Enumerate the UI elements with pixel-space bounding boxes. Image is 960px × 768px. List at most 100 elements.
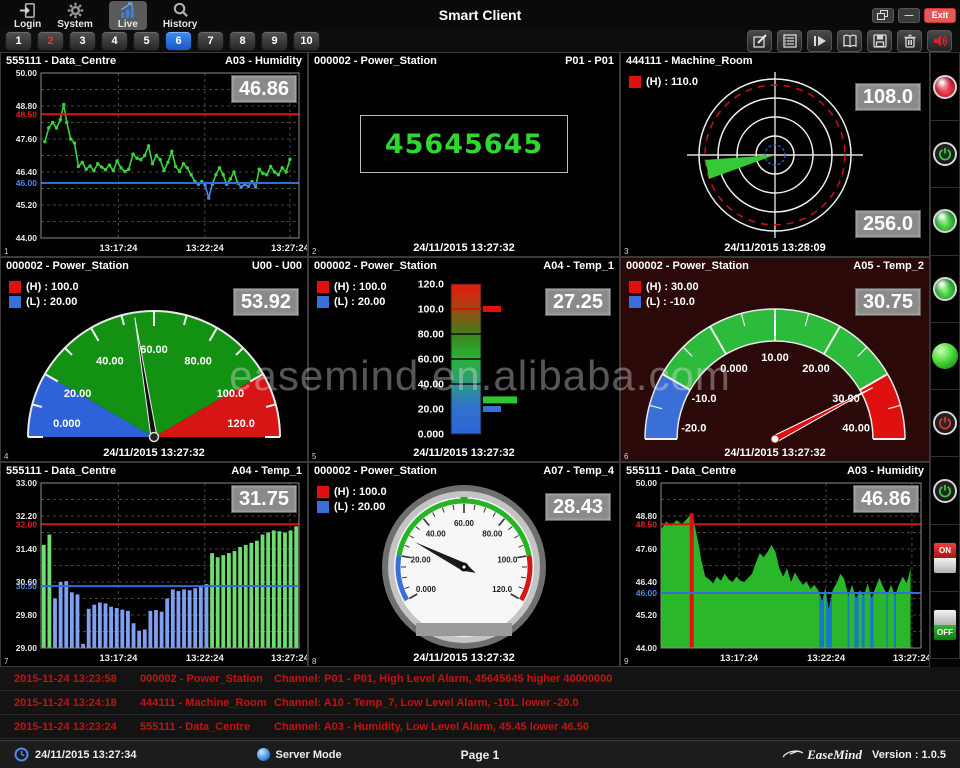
sidebar-cell: OFF [930, 592, 960, 659]
on-switch[interactable]: ON [933, 542, 957, 574]
gauge-label: 100.0 [497, 555, 518, 564]
panel-header: 000002 - Power_StationA04 - Temp_1 [309, 258, 619, 274]
nav-button-live[interactable]: Live [109, 1, 147, 30]
channel-label: A04 - Temp_1 [231, 464, 302, 479]
easemind-logo: EaseMind [782, 747, 862, 763]
legend-swatch [317, 281, 329, 293]
gauge-label: 40.00 [426, 529, 447, 538]
minimize-button[interactable]: — [898, 8, 920, 23]
off-switch[interactable]: OFF [933, 609, 957, 641]
nav-button-history[interactable]: History [163, 2, 197, 30]
status-indicator-button-2[interactable] [933, 277, 957, 301]
page-tab-3[interactable]: 3 [69, 31, 96, 51]
alarm-row[interactable]: 2015-11-24 13:24:18444111 - Machine_Room… [0, 691, 960, 715]
page-tab-8[interactable]: 8 [229, 31, 256, 51]
legend-item: (L) : -10.0 [629, 296, 699, 308]
x-axis-label: 13:27:24 [271, 243, 307, 254]
nav-label: Login [14, 19, 41, 30]
scale-label: 120.0 [418, 279, 444, 291]
restore-icon [877, 10, 889, 20]
page-tab-6[interactable]: 6 [165, 31, 192, 51]
alarm-time: 2015-11-24 13:23:58 [0, 673, 140, 685]
alarm-indicator-button[interactable] [933, 75, 957, 99]
value-display: 30.75 [855, 288, 921, 316]
device-label: 000002 - Power_Station [314, 54, 437, 69]
live-icon [119, 2, 137, 19]
page-tab-10[interactable]: 10 [293, 31, 320, 51]
y-axis-label: 31.40 [16, 544, 38, 554]
nav-button-system[interactable]: System [57, 2, 93, 30]
status-indicator-button-1[interactable] [933, 209, 957, 233]
power-icon [938, 484, 952, 498]
speaker-tool-button[interactable] [927, 30, 952, 52]
legend-item: (L) : 20.00 [9, 296, 79, 308]
page-tab-4[interactable]: 4 [101, 31, 128, 51]
panel-timestamp: 24/11/2015 13:27:32 [309, 652, 619, 664]
gauge-label: 0.000 [416, 585, 437, 594]
server-mode-label: Server Mode [276, 749, 342, 761]
edit-tool-button[interactable] [747, 30, 772, 52]
panel-number: 6 [624, 452, 628, 461]
clock-status: 24/11/2015 13:27:34 [14, 747, 137, 762]
channel-label: A03 - Humidity [225, 54, 302, 69]
panel-9: 555111 - Data_CentreA03 - Humidity50.00 4… [620, 462, 930, 667]
alarm-row[interactable]: 2015-11-24 13:23:24555111 - Data_CentreC… [0, 715, 960, 739]
exit-button[interactable]: Exit [924, 8, 956, 23]
version-label: Version : 1.0.5 [872, 749, 946, 761]
panel-timestamp: 24/11/2015 13:27:32 [309, 447, 619, 459]
device-label: 555111 - Data_Centre [6, 464, 116, 479]
value-display: 31.75 [231, 485, 297, 513]
power-button-red[interactable] [933, 411, 957, 435]
book-tool-button[interactable] [837, 30, 862, 52]
page-tab-2[interactable]: 2 [37, 31, 64, 51]
power-icon [938, 416, 952, 430]
alarm-device: 000002 - Power_Station [140, 673, 274, 685]
legend-item: (H) : 100.0 [317, 486, 387, 498]
green-lamp-button[interactable] [932, 343, 958, 369]
y-axis-label: 46.40 [636, 577, 658, 587]
gauge-label: 80.00 [184, 356, 212, 368]
x-axis-label: 13:22:24 [186, 243, 225, 254]
panel-timestamp: 24/11/2015 13:27:32 [1, 447, 307, 459]
list-tool-button[interactable] [777, 30, 802, 52]
legend-swatch [629, 296, 641, 308]
panel-header: 555111 - Data_CentreA03 - Humidity [1, 53, 307, 69]
gauge-label: 20.00 [802, 363, 830, 375]
export-tool-button[interactable] [807, 30, 832, 52]
page-tab-5[interactable]: 5 [133, 31, 160, 51]
save-tool-button[interactable] [867, 30, 892, 52]
page-tab-1[interactable]: 1 [5, 31, 32, 51]
restore-button[interactable] [872, 8, 894, 23]
panel-4: 000002 - Power_StationU00 - U000.00020.0… [0, 257, 308, 462]
x-axis-label: 13:17:24 [99, 243, 138, 254]
panel-number: 8 [312, 657, 316, 666]
radar-needle [705, 155, 775, 179]
legend-label: (H) : 110.0 [646, 76, 698, 88]
device-label: 000002 - Power_Station [314, 464, 437, 479]
panel-header: 555111 - Data_CentreA03 - Humidity [621, 463, 929, 479]
page-tab-9[interactable]: 9 [261, 31, 288, 51]
alarm-message: Channel: A10 - Temp_7, Low Level Alarm, … [274, 697, 960, 709]
gauge-label: 40.00 [96, 356, 124, 368]
panel-number: 4 [4, 452, 8, 461]
panel-number: 7 [4, 657, 8, 666]
page-tab-7[interactable]: 7 [197, 31, 224, 51]
y-axis-label: 50.00 [636, 479, 658, 488]
alarm-row[interactable]: 2015-11-24 13:23:58000002 - Power_Statio… [0, 667, 960, 691]
panel-header: 000002 - Power_StationA05 - Temp_2 [621, 258, 929, 274]
alarm-list: 2015-11-24 13:23:58000002 - Power_Statio… [0, 667, 960, 740]
panel-header: 000002 - Power_StationP01 - P01 [309, 53, 619, 69]
gauge-label: 120.0 [227, 418, 255, 430]
control-sidebar: ON OFF [930, 52, 960, 667]
system-icon [67, 2, 84, 19]
gauge-label: 120.0 [492, 585, 513, 594]
nav-button-login[interactable]: Login [14, 2, 41, 30]
y-axis-label: 44.00 [16, 233, 38, 243]
clock-icon [14, 747, 29, 762]
gauge-label: 80.00 [482, 529, 503, 538]
y-axis-label: 50.00 [16, 69, 38, 78]
trash-tool-button[interactable] [897, 30, 922, 52]
power-button-green-2[interactable] [933, 479, 957, 503]
power-button-green-1[interactable] [933, 142, 957, 166]
panel-body: -20.0-10.00.00010.0020.0030.0040.00(H) :… [621, 274, 929, 461]
